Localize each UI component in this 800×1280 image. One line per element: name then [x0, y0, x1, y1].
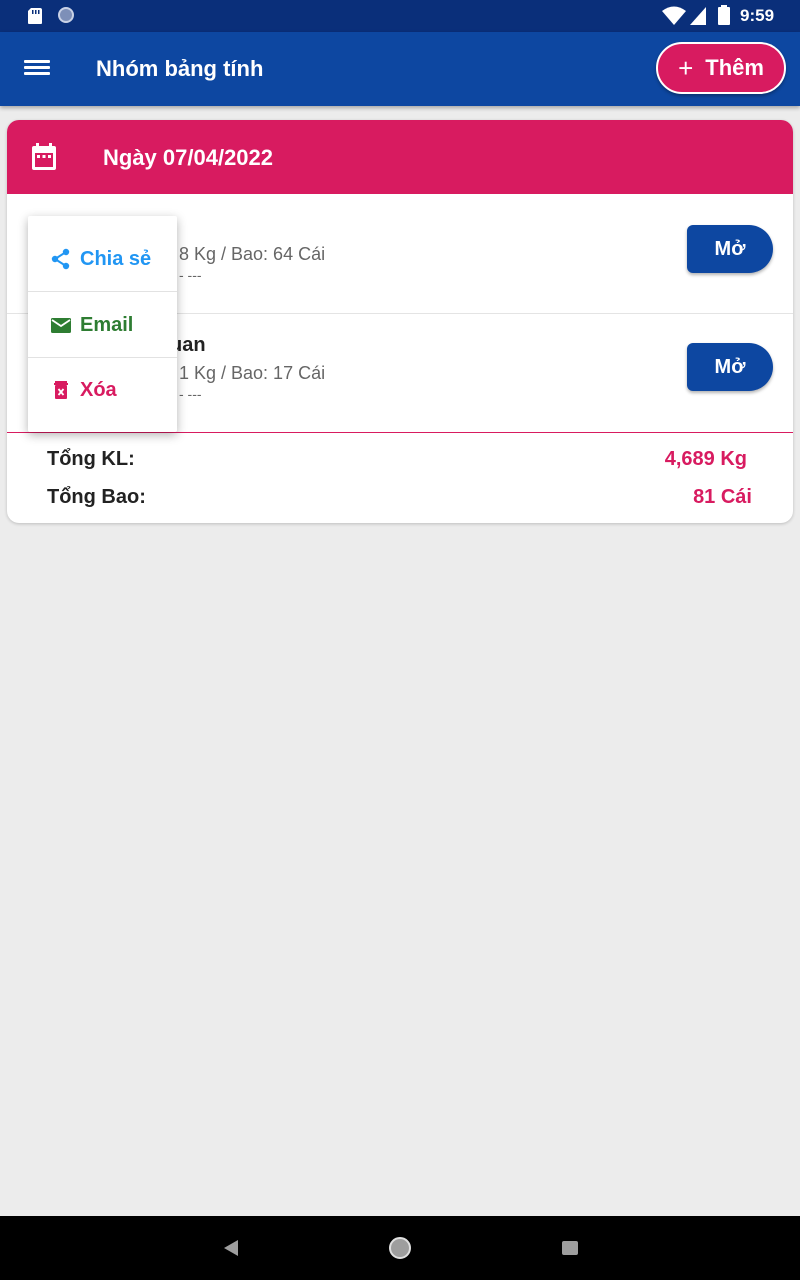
menu-item-label: Chia sẻ [80, 247, 152, 270]
recent-apps-icon[interactable] [562, 1241, 578, 1255]
menu-item-share[interactable]: Chia sẻ [28, 227, 177, 292]
sheet-detail: 1 Kg / Bao: 17 Cái [179, 363, 326, 383]
date-title: Ngày 07/04/2022 [103, 145, 274, 170]
sheet-note: - --- [179, 386, 202, 402]
signal-icon [690, 7, 706, 25]
menu-item-email[interactable]: Email [28, 293, 177, 358]
total-bags-label: Tổng Bao: [47, 486, 146, 508]
calendar-icon [32, 143, 56, 170]
home-icon[interactable] [389, 1237, 411, 1259]
sd-card-icon [28, 8, 42, 24]
total-weight-label: Tổng KL: [47, 448, 135, 470]
back-icon[interactable] [222, 1239, 240, 1257]
menu-item-label: Xóa [80, 378, 117, 401]
sync-icon [58, 7, 74, 23]
status-bar: 9:59 [0, 0, 800, 32]
total-bags-value: 81 Cái [693, 486, 752, 508]
menu-item-delete[interactable]: Xóa [28, 358, 177, 422]
clock: 9:59 [740, 6, 775, 25]
hamburger-menu-icon[interactable] [22, 56, 52, 82]
card-header: Ngày 07/04/2022 [7, 120, 793, 194]
delete-icon [54, 381, 68, 399]
sheet-note: - --- [179, 267, 202, 283]
battery-icon [718, 5, 730, 25]
open-button[interactable]: Mở [687, 225, 773, 273]
plus-icon: + [678, 53, 694, 83]
menu-item-label: Email [80, 313, 134, 336]
app-bar: Nhóm bảng tính + Thêm [0, 32, 800, 106]
share-icon [51, 248, 70, 270]
add-button-label: Thêm [705, 55, 764, 80]
email-icon [51, 318, 71, 333]
context-menu: Chia sẻ Email Xóa [28, 216, 177, 432]
add-button[interactable]: + Thêm [656, 42, 786, 94]
sheet-detail: 8 Kg / Bao: 64 Cái [179, 244, 326, 264]
totals-section: Tổng KL: 4,689 Kg Tổng Bao: 81 Cái [7, 433, 793, 523]
wifi-icon [662, 6, 686, 25]
total-weight-value: 4,689 Kg [664, 448, 747, 470]
page-title: Nhóm bảng tính [96, 56, 264, 81]
open-button[interactable]: Mở [687, 343, 773, 391]
